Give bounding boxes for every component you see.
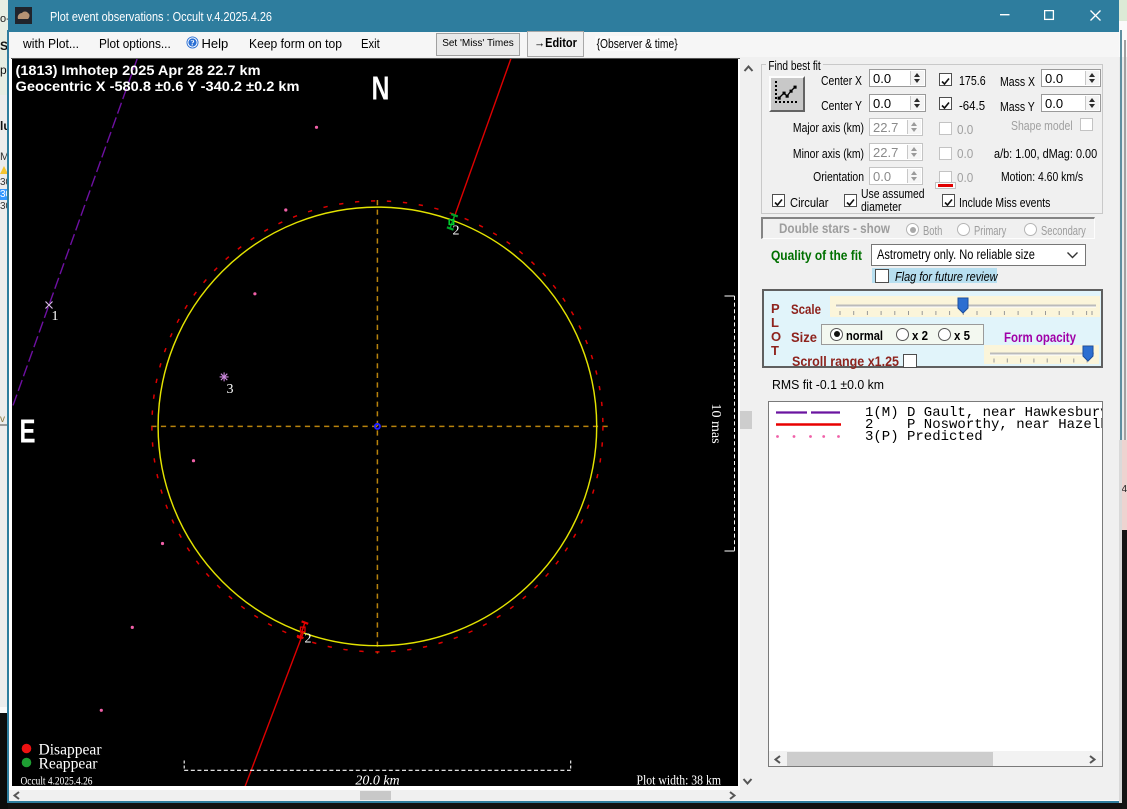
svg-text:Reappear: Reappear	[38, 756, 98, 773]
svg-text:Geocentric X -580.8 ±0.6 Y: Geocentric X -580.8 ±0.6 Y -340.2 ±0.2 k…	[15, 78, 299, 94]
svg-text:2: 2	[304, 632, 311, 647]
svg-text:Plot width: 38 km: Plot width: 38 km	[636, 773, 721, 787]
svg-text:N: N	[371, 70, 389, 107]
svg-text:?: ?	[190, 38, 194, 48]
svg-text:10 mas: 10 mas	[708, 403, 723, 443]
svg-text:E: E	[19, 413, 35, 450]
svg-text:3: 3	[226, 382, 233, 397]
svg-text:Occult 4.2025.4.26: Occult 4.2025.4.26	[20, 776, 92, 787]
svg-text:(1813) Imhotep 2025 Apr 28: (1813) Imhotep 2025 Apr 28 22.7 km	[15, 62, 260, 78]
svg-text:2: 2	[452, 224, 459, 239]
svg-text:1: 1	[51, 309, 58, 324]
svg-text:20.0 km: 20.0 km	[355, 774, 399, 787]
